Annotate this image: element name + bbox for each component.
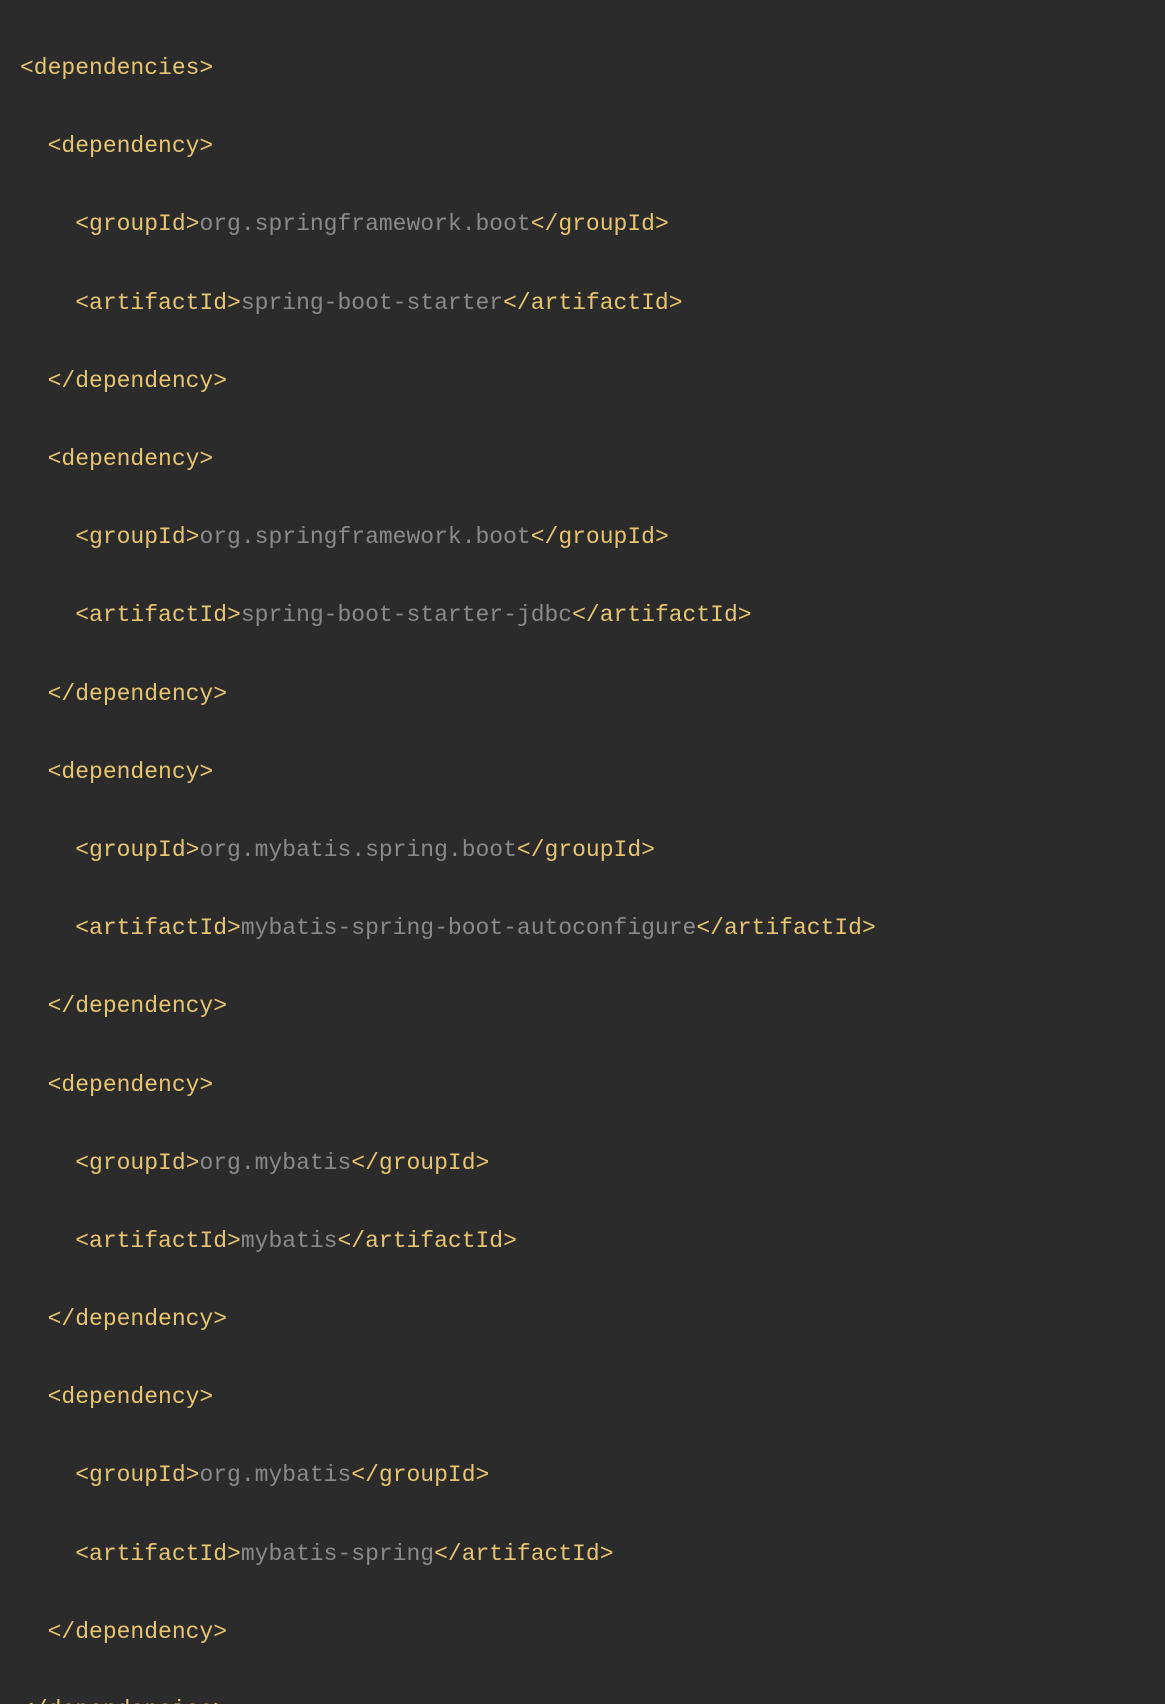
groupid-close-tag: </groupId> [351, 1462, 489, 1488]
dependency-close-tag: </dependency> [48, 1306, 227, 1332]
artifactid-value: mybatis-spring [241, 1541, 434, 1567]
groupid-close-tag: </groupId> [351, 1150, 489, 1176]
dependency-close-tag: </dependency> [48, 368, 227, 394]
artifactid-open-tag: <artifactId> [75, 1228, 241, 1254]
groupid-close-tag: </groupId> [531, 524, 669, 550]
dependency-open-tag: <dependency> [48, 1384, 214, 1410]
artifactid-close-tag: </artifactId> [337, 1228, 516, 1254]
artifactid-close-tag: </artifactId> [434, 1541, 613, 1567]
dependency-open-tag: <dependency> [48, 133, 214, 159]
groupid-open-tag: <groupId> [75, 211, 199, 237]
artifactid-open-tag: <artifactId> [75, 602, 241, 628]
dependencies-open-tag: <dependencies> [20, 55, 213, 81]
artifactid-value: mybatis [241, 1228, 338, 1254]
artifactid-close-tag: </artifactId> [503, 290, 682, 316]
dependency-close-tag: </dependency> [48, 993, 227, 1019]
groupid-open-tag: <groupId> [75, 837, 199, 863]
dependency-close-tag: </dependency> [48, 681, 227, 707]
dependency-open-tag: <dependency> [48, 446, 214, 472]
artifactid-open-tag: <artifactId> [75, 915, 241, 941]
groupid-value: org.mybatis [199, 1150, 351, 1176]
groupid-value: org.springframework.boot [199, 524, 530, 550]
artifactid-close-tag: </artifactId> [572, 602, 751, 628]
artifactid-value: mybatis-spring-boot-autoconfigure [241, 915, 696, 941]
dependencies-close-tag: </dependencies> [20, 1697, 227, 1704]
groupid-value: org.mybatis [199, 1462, 351, 1488]
groupid-close-tag: </groupId> [517, 837, 655, 863]
dependency-open-tag: <dependency> [48, 759, 214, 785]
dependency-open-tag: <dependency> [48, 1072, 214, 1098]
dependency-close-tag: </dependency> [48, 1619, 227, 1645]
xml-code-block: <dependencies> <dependency> <groupId>org… [20, 10, 1145, 1704]
groupid-open-tag: <groupId> [75, 524, 199, 550]
groupid-close-tag: </groupId> [531, 211, 669, 237]
artifactid-value: spring-boot-starter [241, 290, 503, 316]
groupid-open-tag: <groupId> [75, 1150, 199, 1176]
artifactid-close-tag: </artifactId> [696, 915, 875, 941]
artifactid-open-tag: <artifactId> [75, 290, 241, 316]
artifactid-value: spring-boot-starter-jdbc [241, 602, 572, 628]
groupid-value: org.springframework.boot [199, 211, 530, 237]
groupid-open-tag: <groupId> [75, 1462, 199, 1488]
artifactid-open-tag: <artifactId> [75, 1541, 241, 1567]
groupid-value: org.mybatis.spring.boot [199, 837, 516, 863]
